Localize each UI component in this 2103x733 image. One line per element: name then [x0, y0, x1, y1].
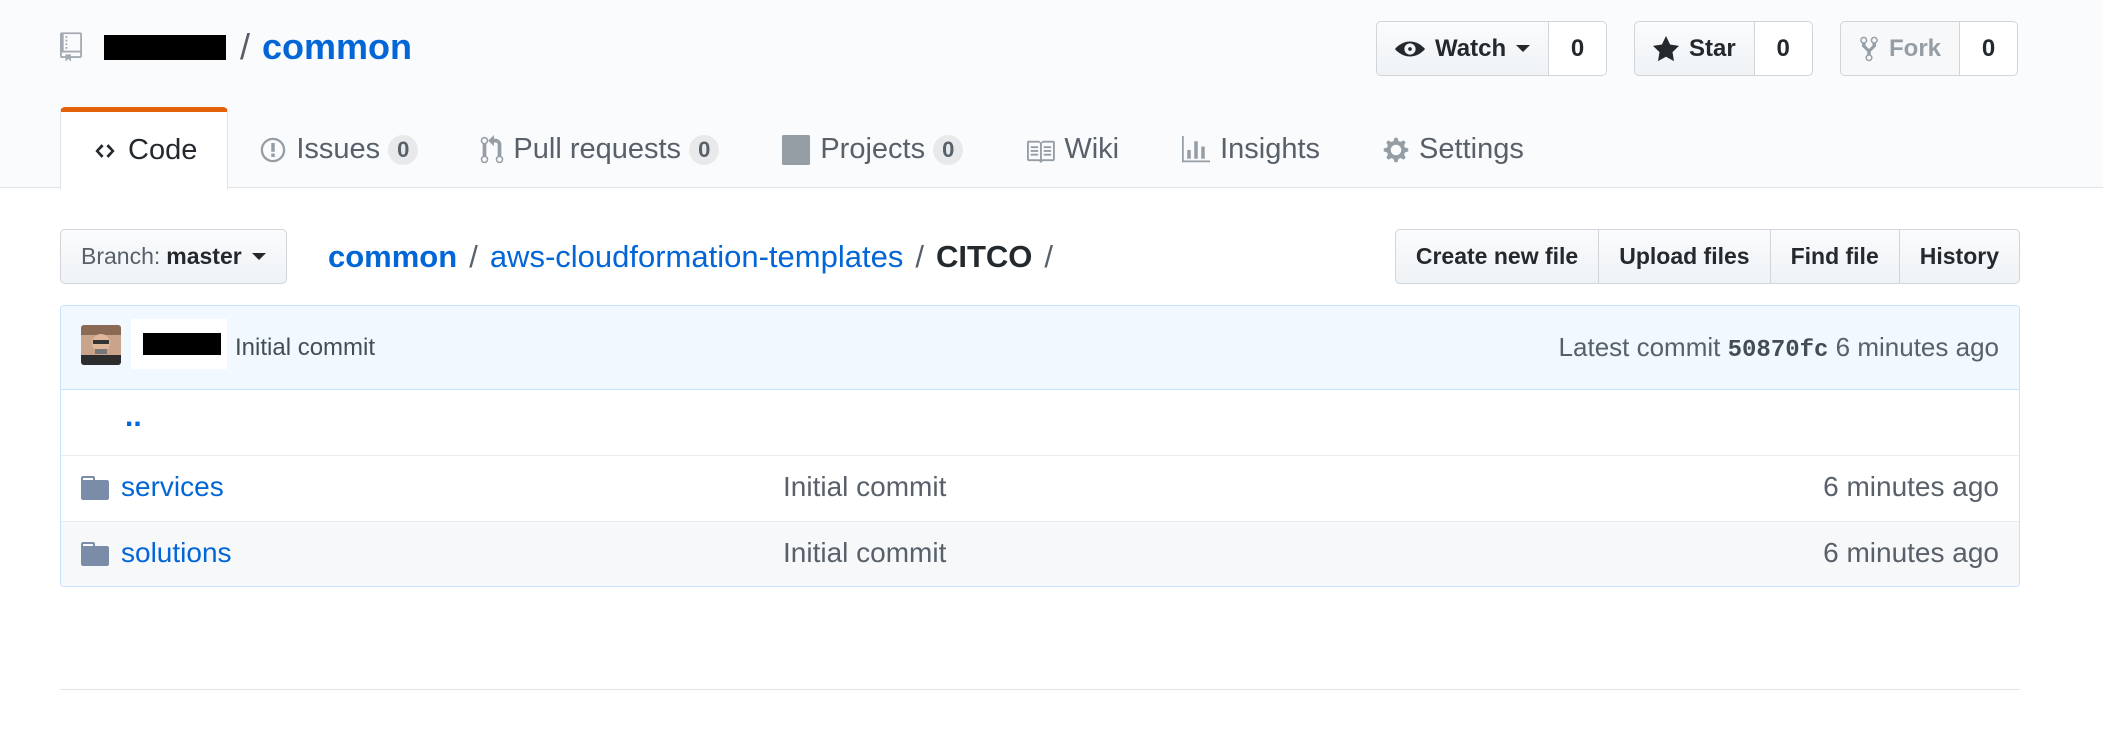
eye-icon [1395, 41, 1425, 56]
commit-meta: Latest commit 50870fc 6 minutes ago [1559, 332, 1999, 364]
owner-name-redacted[interactable] [104, 34, 226, 60]
file-age: 6 minutes ago [1823, 471, 1999, 502]
issue-icon [261, 137, 286, 162]
tab-label: Wiki [1064, 133, 1120, 165]
avatar[interactable] [81, 325, 121, 365]
tab-label: Settings [1419, 133, 1524, 165]
tab-insights[interactable]: Insights [1150, 107, 1351, 189]
branch-prefix: Branch: [81, 243, 161, 269]
fork-group: Fork 0 [1840, 21, 2019, 76]
graph-icon [1182, 135, 1211, 162]
commit-message[interactable]: Initial commit [235, 334, 375, 362]
breadcrumb-separator: / [469, 238, 478, 274]
file-name-link[interactable]: solutions [121, 537, 232, 569]
tab-label: Issues [296, 133, 381, 165]
project-icon [782, 134, 811, 165]
commit-age: 6 minutes ago [1835, 332, 1999, 362]
tab-settings[interactable]: Settings [1351, 107, 1555, 189]
file-name-link[interactable]: services [121, 471, 224, 503]
fork-icon [1860, 36, 1878, 61]
watch-label: Watch [1435, 34, 1507, 62]
chevron-down-icon [251, 253, 266, 260]
table-row-parent: .. [61, 390, 2019, 456]
watch-count[interactable]: 0 [1549, 21, 1608, 76]
repo-header: / common Watch 0 Star 0 Fork 0 Code Issu… [0, 0, 2103, 190]
star-button[interactable]: Star [1634, 21, 1755, 76]
branch-name: master [166, 243, 242, 269]
commit-author[interactable] [131, 319, 227, 369]
star-group: Star 0 [1634, 21, 1813, 76]
branch-select-button[interactable]: Branch: master [60, 229, 287, 284]
create-new-file-button[interactable]: Create new file [1394, 229, 1600, 284]
tab-label: Insights [1220, 133, 1321, 165]
breadcrumb-separator: / [915, 238, 924, 274]
issues-counter: 0 [388, 134, 419, 165]
tab-label: Projects [820, 133, 926, 165]
star-label: Star [1689, 34, 1736, 62]
projects-counter: 0 [933, 134, 964, 165]
table-row: solutions Initial commit 6 minutes ago [61, 522, 2019, 586]
watch-group: Watch 0 [1376, 21, 1608, 76]
history-button[interactable]: History [1898, 229, 2020, 284]
find-file-button[interactable]: Find file [1769, 229, 1900, 284]
file-actions: Create new file Upload files Find file H… [1394, 229, 2020, 284]
file-age: 6 minutes ago [1823, 537, 1999, 568]
repo-title: / common [60, 25, 412, 69]
fork-count[interactable]: 0 [1960, 21, 2019, 76]
pull-requests-counter: 0 [689, 134, 720, 165]
file-list: Initial commit Latest commit 50870fc 6 m… [60, 305, 2020, 587]
file-table: .. services Initial commit 6 minutes ago… [61, 390, 2019, 586]
footer-divider [60, 689, 2020, 690]
tab-label: Pull requests [513, 133, 682, 165]
watch-button[interactable]: Watch [1376, 21, 1550, 76]
title-separator: / [240, 26, 251, 67]
breadcrumb-folder-link[interactable]: aws-cloudformation-templates [490, 239, 904, 275]
tab-issues[interactable]: Issues 0 [228, 107, 449, 189]
tab-wiki[interactable]: Wiki [994, 107, 1150, 189]
commit-sha-link[interactable]: 50870fc [1728, 337, 1829, 364]
star-count[interactable]: 0 [1754, 21, 1813, 76]
tab-projects[interactable]: Projects 0 [750, 107, 994, 189]
gear-icon [1383, 137, 1409, 162]
star-icon [1653, 35, 1679, 61]
code-icon [95, 143, 115, 158]
folder-icon [81, 542, 109, 566]
breadcrumb-separator: / [1044, 238, 1054, 274]
pull-request-icon [481, 134, 504, 163]
file-navigation: Branch: master common / aws-cloudformati… [60, 229, 2020, 284]
tab-code[interactable]: Code [60, 107, 229, 190]
upload-files-button[interactable]: Upload files [1598, 229, 1771, 284]
file-commit-message[interactable]: Initial commit [783, 537, 946, 569]
folder-icon [81, 476, 109, 500]
tab-label: Code [128, 134, 198, 166]
book-icon [1027, 140, 1056, 163]
latest-commit-bar: Initial commit Latest commit 50870fc 6 m… [61, 306, 2019, 390]
file-commit-message[interactable]: Initial commit [783, 471, 946, 503]
breadcrumb-root-link[interactable]: common [328, 239, 457, 275]
fork-button[interactable]: Fork [1840, 21, 1961, 76]
latest-commit-label: Latest commit [1558, 332, 1721, 362]
avatar-image [81, 325, 121, 365]
repo-nav: Code Issues 0 Pull requests 0 Projects 0 [60, 107, 1555, 190]
parent-directory-link[interactable]: .. [125, 400, 142, 434]
author-name-redacted [143, 333, 221, 355]
breadcrumb-current: CITCO [935, 238, 1033, 274]
repo-name-link[interactable]: common [262, 26, 412, 68]
tab-pull-requests[interactable]: Pull requests 0 [449, 107, 750, 189]
repo-icon [60, 32, 82, 62]
chevron-down-icon [1516, 45, 1531, 52]
breadcrumb: common / aws-cloudformation-templates / … [328, 229, 1065, 284]
fork-label: Fork [1889, 34, 1942, 62]
table-row: services Initial commit 6 minutes ago [61, 456, 2019, 522]
